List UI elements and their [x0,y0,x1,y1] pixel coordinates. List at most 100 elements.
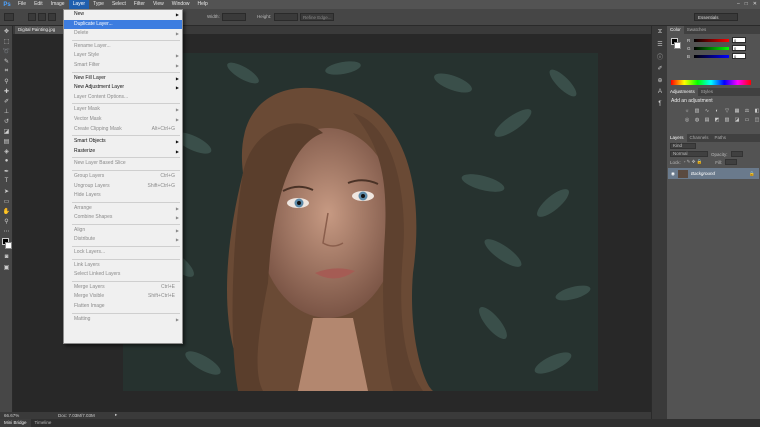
color-balance-icon[interactable]: ⚖ [743,108,751,115]
menu-window[interactable]: Window [168,0,194,9]
shape-tool-icon[interactable]: ▭ [0,196,13,206]
menu-item-delete[interactable]: Delete ▶ [64,29,182,39]
history-panel-icon[interactable]: ⧖ [652,26,668,38]
tab-styles[interactable]: Styles [698,88,716,96]
threshold-icon[interactable]: ◪ [733,117,741,124]
tab-color[interactable]: Color [667,26,684,34]
clone-source-icon[interactable]: ⊕ [652,74,668,86]
menu-edit[interactable]: Edit [30,0,47,9]
menu-filter[interactable]: Filter [130,0,149,9]
type-tool-icon[interactable]: T [0,176,13,186]
channel-mixer-icon[interactable]: ◍ [693,117,701,124]
menu-item-layer-content-options[interactable]: Layer Content Options... [64,93,182,103]
menu-item-duplicate-layer[interactable]: Duplicate Layer... [64,19,182,30]
brightness-contrast-icon[interactable]: ☼ [683,108,691,115]
path-select-tool-icon[interactable]: ➤ [0,186,13,196]
tab-paths[interactable]: Paths [712,134,730,142]
menu-item-new-layer-based-slice[interactable]: New Layer Based Slice [64,159,182,169]
menu-item-merge-visible[interactable]: Merge Visible Shift+Ctrl+E [64,292,182,302]
blend-mode-select[interactable]: Normal [670,151,708,157]
add-selection-icon[interactable] [38,13,46,21]
panel-bg-swatch[interactable] [674,42,681,49]
layer-row-background[interactable]: ◉ Background 🔒 [668,168,759,179]
menu-item-hide-layers[interactable]: Hide Layers [64,191,182,201]
status-arrow-icon[interactable]: ▸ [115,412,117,418]
menu-item-new-adjustment-layer[interactable]: New Adjustment Layer ▶ [64,83,182,93]
green-bar[interactable] [694,46,729,50]
quick-mask-icon[interactable]: ◙ [0,252,13,262]
menu-image[interactable]: Image [47,0,69,9]
menu-item-smart-filter[interactable]: Smart Filter ▶ [64,61,182,71]
blue-bar[interactable] [694,54,729,58]
menu-type[interactable]: Type [89,0,108,9]
menu-item-rasterize[interactable]: Rasterize ▶ [64,147,182,157]
tab-adjustments[interactable]: Adjustments [667,88,698,96]
document-tab[interactable]: Digital Painting.jpg [15,26,67,34]
hand-tool-icon[interactable]: ✋ [0,206,13,216]
dodge-tool-icon[interactable]: ● [0,156,13,166]
maximize-icon[interactable]: □ [745,1,748,7]
healing-tool-icon[interactable]: ✚ [0,86,13,96]
info-panel-icon[interactable]: ⓘ [652,50,668,62]
gradient-tool-icon[interactable]: ▤ [0,136,13,146]
blue-value[interactable]: 0 [732,53,746,59]
menu-item-lock-layers[interactable]: Lock Layers... [64,248,182,258]
menu-item-rename-layer[interactable]: Rename Layer... [64,42,182,52]
menu-item-combine-shapes[interactable]: Combine Shapes ▶ [64,213,182,223]
menu-item-arrange[interactable]: Arrange ▶ [64,204,182,214]
menu-file[interactable]: File [14,0,30,9]
zoom-level[interactable]: 66.67% [4,413,19,418]
lasso-tool-icon[interactable]: ➰ [0,46,13,56]
paragraph-panel-icon[interactable]: ¶ [652,98,668,110]
new-selection-icon[interactable] [28,13,36,21]
menu-help[interactable]: Help [194,0,212,9]
visibility-eye-icon[interactable]: ◉ [671,171,675,177]
color-spectrum[interactable] [671,80,751,85]
menu-item-vector-mask[interactable]: Vector Mask ▶ [64,115,182,125]
marquee-tool-icon[interactable]: ⬚ [0,36,13,46]
tab-swatches[interactable]: Swatches [684,26,710,34]
blur-tool-icon[interactable]: ◈ [0,146,13,156]
gradient-map-icon[interactable]: ▭ [743,117,751,124]
menu-item-layer-mask[interactable]: Layer Mask ▶ [64,105,182,115]
curves-icon[interactable]: ∿ [703,108,711,115]
menu-item-matting[interactable]: Matting ▶ [64,315,182,325]
menu-item-group-layers[interactable]: Group Layers Ctrl+G [64,172,182,182]
menu-item-flatten-image[interactable]: Flatten Image [64,302,182,312]
workspace-select[interactable]: Essentials [694,13,738,21]
menu-item-distribute[interactable]: Distribute ▶ [64,235,182,245]
levels-icon[interactable]: ▥ [693,108,701,115]
width-field[interactable] [222,13,246,21]
menu-item-link-layers[interactable]: Link Layers [64,261,182,271]
red-value[interactable]: 0 [732,37,746,43]
opacity-field[interactable] [730,151,743,157]
tab-channels[interactable]: Channels [687,134,712,142]
fill-field[interactable] [725,159,738,165]
color-swatches[interactable] [0,236,12,252]
crop-tool-icon[interactable]: ⌗ [0,66,13,76]
invert-icon[interactable]: ◩ [713,117,721,124]
brush-tool-icon[interactable]: ✐ [0,96,13,106]
selective-color-icon[interactable]: ◫ [753,117,760,124]
red-bar[interactable] [694,38,729,42]
posterize-icon[interactable]: ▧ [723,117,731,124]
menu-layer[interactable]: Layer [68,0,90,9]
tab-layers[interactable]: Layers [667,134,687,142]
close-icon[interactable]: ✕ [753,1,757,7]
pen-tool-icon[interactable]: ✒ [0,166,13,176]
menu-select[interactable]: Select [108,0,130,9]
menu-view[interactable]: View [149,0,168,9]
minimize-icon[interactable]: – [737,1,740,7]
background-color-swatch[interactable] [5,242,12,249]
menu-item-merge-layers[interactable]: Merge Layers Ctrl+E [64,283,182,293]
refine-edge-button[interactable]: Refine Edge... [300,13,334,21]
zoom-tool-icon[interactable]: ⚲ [0,216,13,226]
kind-filter-select[interactable]: Kind [670,143,696,149]
vibrance-icon[interactable]: ▽ [723,108,731,115]
tab-mini-bridge[interactable]: Mini Bridge [0,419,31,427]
tool-preset-picker[interactable] [4,13,14,21]
menu-item-layer-style[interactable]: Layer Style ▶ [64,51,182,61]
hue-saturation-icon[interactable]: ▦ [733,108,741,115]
eraser-tool-icon[interactable]: ◪ [0,126,13,136]
menu-item-align[interactable]: Align ▶ [64,226,182,236]
